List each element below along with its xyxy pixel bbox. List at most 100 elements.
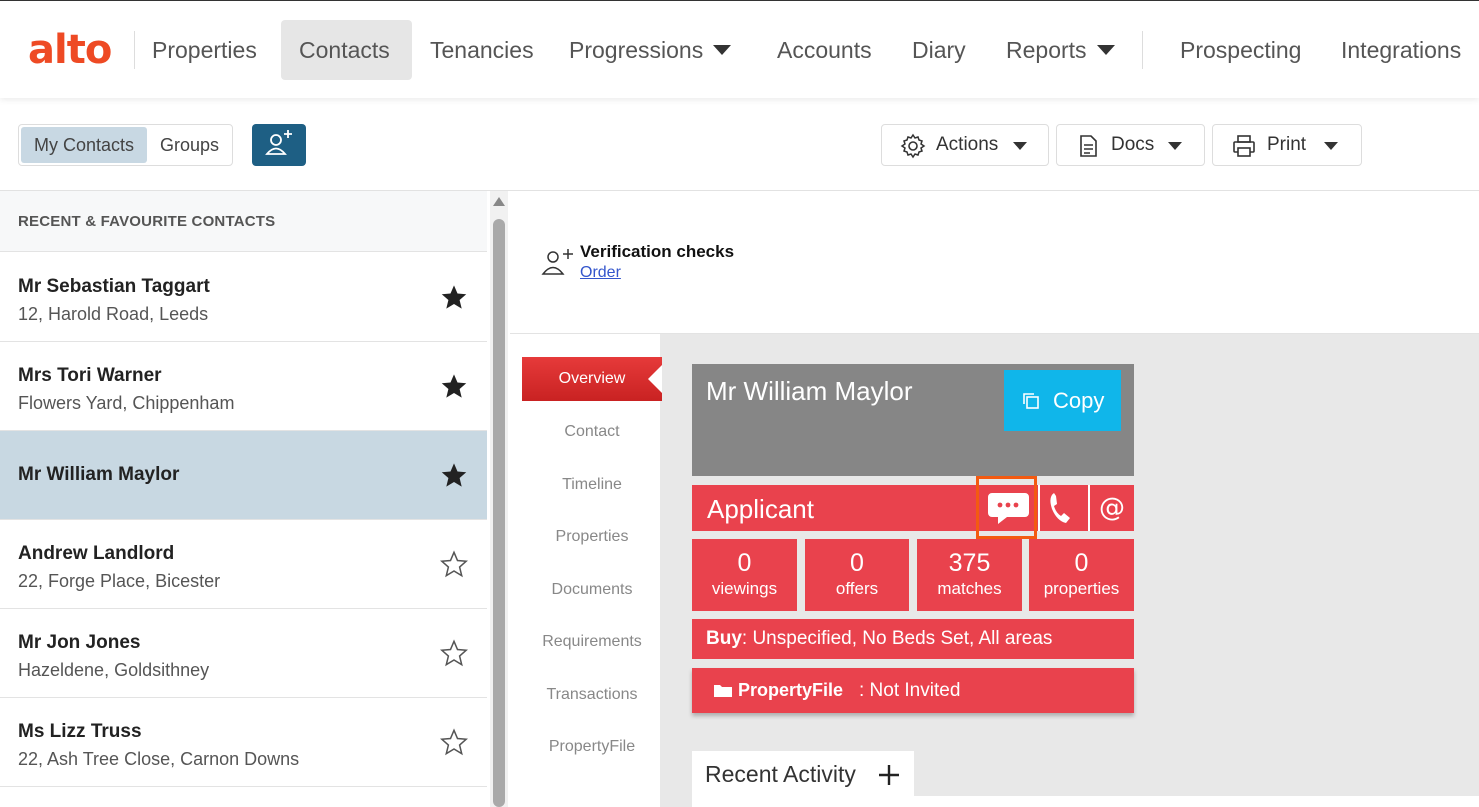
stat-matches[interactable]: 375 matches	[917, 539, 1022, 611]
chevron-down-icon	[713, 44, 732, 55]
print-button[interactable]: Print	[1212, 124, 1362, 166]
stat-viewings[interactable]: 0 viewings	[692, 539, 797, 611]
actions-label: Actions	[936, 134, 999, 155]
folder-icon	[714, 685, 732, 697]
stat-label: properties	[1043, 579, 1120, 598]
printer-icon	[1233, 135, 1255, 157]
verification-title: Verification checks	[580, 242, 735, 261]
buy-label: Buy	[706, 628, 742, 649]
add-contact-button[interactable]	[252, 124, 306, 166]
plus-icon[interactable]	[878, 764, 900, 786]
propertyfile-bar[interactable]: PropertyFile : Not Invited	[692, 668, 1134, 713]
alto-logo[interactable]: alto	[28, 27, 112, 73]
phone-icon	[1050, 493, 1070, 523]
star-outline-icon[interactable]	[440, 728, 468, 756]
stat-value: 375	[948, 549, 991, 577]
docs-button[interactable]: Docs	[1056, 124, 1205, 166]
contact-address: Hazeldene, Goldsithney	[18, 660, 210, 680]
contact-detail-area: Overview Contact Timeline Properties Doc…	[510, 334, 1479, 807]
contact-type-label: Applicant	[707, 494, 814, 524]
star-outline-icon[interactable]	[440, 639, 468, 667]
recent-activity-panel	[817, 796, 1479, 807]
star-outline-icon[interactable]	[440, 550, 468, 578]
add-person-icon	[265, 130, 292, 155]
contacts-view-toggle: My Contacts Groups	[18, 124, 233, 166]
recent-activity-title: Recent Activity	[705, 761, 856, 787]
copy-label: Copy	[1053, 388, 1105, 413]
add-person-icon	[541, 249, 573, 275]
contact-item[interactable]: Mr Sebastian Taggart 12, Harold Road, Le…	[0, 253, 487, 342]
my-contacts-button[interactable]: My Contacts	[21, 127, 148, 163]
at-sign-icon: @	[1099, 493, 1125, 523]
contact-address: 22, Forge Place, Bicester	[18, 571, 221, 591]
contacts-list: RECENT & FAVOURITE CONTACTS Mr Sebastian…	[0, 191, 487, 807]
chevron-down-icon	[1324, 142, 1338, 150]
contact-name: Andrew Landlord	[18, 543, 175, 564]
actions-button[interactable]: Actions	[881, 124, 1049, 166]
nav-progressions[interactable]: Progressions	[551, 20, 749, 80]
email-button[interactable]: @	[1088, 485, 1134, 531]
scrollbar-thumb[interactable]	[493, 219, 505, 807]
stat-value: 0	[1074, 549, 1089, 577]
tab-requirements[interactable]: Requirements	[522, 620, 662, 664]
tab-overview[interactable]: Overview	[522, 357, 662, 401]
nav-accounts[interactable]: Accounts	[759, 20, 890, 80]
contact-address: 12, Harold Road, Leeds	[18, 304, 209, 324]
stat-label: offers	[835, 579, 879, 598]
contact-item[interactable]: Mrs Tori Warner Flowers Yard, Chippenham	[0, 342, 487, 431]
print-label: Print	[1267, 134, 1307, 155]
contacts-list-heading: RECENT & FAVOURITE CONTACTS	[0, 191, 487, 252]
nav-integrations[interactable]: Integrations	[1323, 20, 1479, 80]
contact-item[interactable]: Ms Lizz Truss 22, Ash Tree Close, Carnon…	[0, 698, 487, 787]
contact-name: Mrs Tori Warner	[18, 365, 162, 386]
nav-prospecting[interactable]: Prospecting	[1162, 20, 1319, 80]
nav-properties[interactable]: Properties	[134, 20, 275, 80]
gear-icon	[900, 133, 926, 159]
contact-name: Mr Sebastian Taggart	[18, 276, 210, 297]
highlight-box	[976, 476, 1037, 539]
star-filled-icon[interactable]	[440, 372, 468, 400]
nav-divider	[1142, 31, 1143, 69]
stat-value: 0	[850, 549, 864, 577]
tab-propertyfile[interactable]: PropertyFile	[522, 725, 662, 769]
call-button[interactable]	[1038, 485, 1082, 531]
nav-diary[interactable]: Diary	[894, 20, 984, 80]
detail-tabs: Overview Contact Timeline Properties Doc…	[510, 334, 662, 807]
propertyfile-status: : Not Invited	[859, 680, 961, 701]
groups-button[interactable]: Groups	[147, 127, 232, 163]
copy-icon	[1023, 393, 1039, 409]
contacts-scrollbar[interactable]	[490, 191, 508, 807]
nav-contacts[interactable]: Contacts	[281, 20, 412, 80]
tab-documents[interactable]: Documents	[522, 568, 662, 612]
contact-item-selected[interactable]: Mr William Maylor	[0, 431, 487, 520]
tab-properties[interactable]: Properties	[522, 515, 662, 559]
stat-properties[interactable]: 0 properties	[1029, 539, 1134, 611]
star-filled-icon[interactable]	[440, 461, 468, 489]
applicant-bar: Applicant @	[692, 476, 1134, 539]
copy-button[interactable]: Copy	[1004, 370, 1121, 431]
buy-requirement-bar[interactable]: Buy: Unspecified, No Beds Set, All areas	[692, 619, 1134, 659]
stat-label: matches	[937, 579, 1002, 598]
stat-offers[interactable]: 0 offers	[805, 539, 909, 611]
star-filled-icon[interactable]	[440, 283, 468, 311]
contact-card-name: Mr William Maylor	[706, 376, 913, 406]
scroll-up-arrow-icon[interactable]	[493, 197, 505, 206]
order-link[interactable]: Order	[580, 264, 621, 282]
contact-name: Ms Lizz Truss	[18, 721, 142, 742]
top-navigation: alto Properties Contacts Tenancies Progr…	[0, 0, 1479, 98]
contact-item[interactable]: Andrew Landlord 22, Forge Place, Biceste…	[0, 520, 487, 609]
chevron-down-icon	[1013, 142, 1027, 150]
recent-activity-tab: Recent Activity	[692, 751, 914, 807]
stat-value: 0	[737, 549, 752, 577]
contact-item[interactable]: Mr Jon Jones Hazeldene, Goldsithney	[0, 609, 487, 698]
tab-contact[interactable]: Contact	[522, 410, 662, 454]
nav-tenancies[interactable]: Tenancies	[412, 20, 552, 80]
contact-name: Mr Jon Jones	[18, 632, 141, 653]
chevron-down-icon	[1168, 142, 1182, 150]
docs-label: Docs	[1111, 134, 1155, 155]
nav-reports[interactable]: Reports	[988, 20, 1133, 80]
tab-transactions[interactable]: Transactions	[522, 673, 662, 717]
tab-timeline[interactable]: Timeline	[522, 463, 662, 507]
buy-details: : Unspecified, No Beds Set, All areas	[741, 628, 1053, 649]
propertyfile-brand: PropertyFile	[738, 680, 844, 700]
